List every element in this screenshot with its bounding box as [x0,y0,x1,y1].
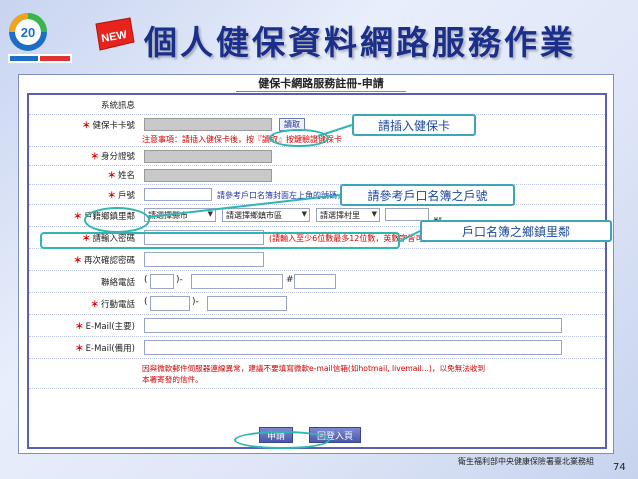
row-name: ＊姓名 [29,166,605,185]
highlight-household-label [84,207,150,233]
new-badge: NEW [92,16,136,52]
required-mark: ＊ [75,343,84,354]
confirm-password-input[interactable] [144,252,264,267]
email-note-line1: 因與微軟郵件伺服器連線異常，建議不要填寫微軟e-mail信箱(如hotmail,… [142,364,486,373]
required-mark: ＊ [73,255,82,266]
mobile-number-input[interactable] [207,296,287,311]
email-note-line2: 本署寄發的信件。 [142,375,203,384]
chevron-down-icon: ▼ [371,210,377,218]
row-mobile: ＊行動電話 ( )- [29,293,605,315]
card-number-input[interactable] [144,118,272,131]
required-mark: ＊ [75,321,84,332]
name-input[interactable] [144,169,272,182]
required-mark: ＊ [107,190,116,201]
phone-area-code-input[interactable] [150,274,174,289]
mobile-close-paren: )- [192,297,199,307]
district-select-value: 請選擇鄉鎮市區 [226,210,282,220]
footer-organization: 衛生福利部中央健康保險署臺北業務組 [458,457,594,466]
row-id-number: ＊身分證號 [29,147,605,166]
mobile-prefix-input[interactable] [150,296,190,311]
row-email-backup: ＊ E-Mail(備用) [29,337,605,359]
chevron-down-icon: ▼ [301,210,307,218]
phone-ext-input[interactable] [294,274,336,289]
highlight-read-button [269,129,329,147]
nhi-anniversary-logo: 20 [8,13,72,63]
required-mark: ＊ [107,171,116,181]
id-number-input[interactable] [144,150,272,163]
form-title: 健保卡網路服務註冊-申請 [236,75,406,92]
phone-open-paren: ( [144,275,148,285]
phone-ext-mark: # [286,275,294,285]
callout-insert-card: 請插入健保卡 [352,114,476,136]
required-mark: ＊ [73,211,82,222]
row-confirm-password: ＊再次確認密碼 [29,249,605,271]
form-header: 健保卡網路服務註冊-申請 [19,75,613,93]
row-email-primary: ＊ E-Mail(主要) [29,315,605,337]
village-select[interactable]: 請選擇村里 ▼ [316,208,380,222]
village-select-value: 請選擇村里 [320,210,360,220]
row-household-number: ＊戶號 請參考戶口名簿封面左上角的號碼，圖示 [29,185,605,205]
callout-household-number: 請參考戶口名簿之戶號 [340,184,515,206]
registration-form: 系統訊息 ＊ 健保卡卡號 讀取 注意事項：請插入健保卡後，按『讀取』按鍵驗證健保… [27,93,607,449]
phone-close-paren: )- [176,275,183,285]
mobile-label: 行動電話 [100,299,135,310]
mobile-open-paren: ( [144,297,148,307]
system-message-label: 系統訊息 [100,100,135,111]
name-label: 姓名 [117,171,135,181]
row-email-note: 因與微軟郵件伺服器連線異常，建議不要填寫微軟e-mail信箱(如hotmail,… [29,359,605,389]
email-backup-label: E-Mail(備用) [85,343,135,354]
logo-number: 20 [21,25,35,40]
required-mark: ＊ [90,152,99,162]
card-number-label: 健保卡卡號 [92,121,135,131]
highlight-village-row [40,232,400,249]
required-mark: ＊ [81,121,91,131]
id-number-label: 身分證號 [100,152,135,162]
phone-number-input[interactable] [191,274,283,289]
city-select-value: 請選擇縣市 [148,210,188,220]
chevron-down-icon: ▼ [207,210,213,218]
confirm-password-label: 再次確認密碼 [83,255,135,266]
row-phone: 聯絡電話 ( )- # [29,271,605,293]
household-number-label: 戶號 [117,190,135,201]
page-number: 74 [613,462,626,473]
highlight-submit-buttons [234,431,330,449]
phone-label: 聯絡電話 [100,277,135,288]
household-note-text: 請參考戶口名簿封面左上角的號碼， [217,191,345,200]
slide-title: 個人健保資料網路服務作業 [144,23,576,62]
district-select[interactable]: 請選擇鄉鎮市區 ▼ [222,208,310,222]
email-primary-input[interactable] [144,318,562,333]
email-backup-input[interactable] [144,340,562,355]
row-system-message: 系統訊息 [29,95,605,115]
household-number-input[interactable] [144,188,212,201]
city-select[interactable]: 請選擇縣市 ▼ [144,208,216,222]
email-primary-label: E-Mail(主要) [85,321,135,332]
callout-village: 戶口名簿之鄉鎮里鄰 [420,220,612,242]
required-mark: ＊ [90,299,99,310]
